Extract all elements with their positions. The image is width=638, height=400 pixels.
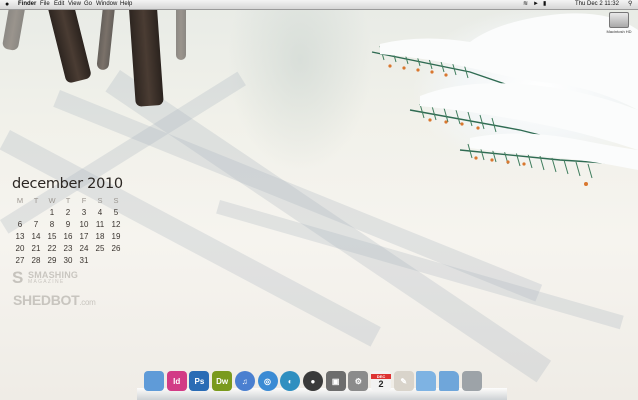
smashing-s-icon: S xyxy=(12,268,24,287)
menu-view[interactable]: View xyxy=(68,0,81,9)
calendar-day: 28 xyxy=(31,256,41,265)
calendar-day: 22 xyxy=(47,244,57,253)
calendar-day: 17 xyxy=(79,232,89,241)
calendar-day: 23 xyxy=(63,244,73,253)
hard-drive-icon[interactable]: Macintosh HD xyxy=(604,12,634,34)
menu-bar: ● Finder File Edit View Go Window Help ≋… xyxy=(0,0,638,10)
volume-icon[interactable]: ► xyxy=(533,0,539,9)
calendar-day: 12 xyxy=(111,220,121,229)
shedbot-logo: SHEDBOT.com xyxy=(13,292,96,308)
wifi-icon[interactable]: ≋ xyxy=(523,0,528,9)
dock-calendar-app-icon[interactable]: DEC 2 xyxy=(371,371,391,391)
menu-app-name[interactable]: Finder xyxy=(18,0,36,9)
calendar-day-header: T xyxy=(65,196,71,205)
calendar-day-header: S xyxy=(97,196,103,205)
calendar-day: 13 xyxy=(15,232,25,241)
calendar-day-header: M xyxy=(16,196,24,205)
shedbot-name: SHEDBOT xyxy=(13,292,80,308)
calendar-day: 9 xyxy=(65,220,71,229)
calendar-day: 14 xyxy=(31,232,41,241)
wallpaper-calendar: december 2010 M T W T F S S 1 2 3 4 5 6 7 8 9 10 11 12 13 14… xyxy=(12,176,124,267)
calendar-day: 5 xyxy=(113,208,119,217)
calendar-day-header: F xyxy=(81,196,87,205)
calendar-day: 27 xyxy=(15,256,25,265)
dock-safari-icon[interactable]: ◎ xyxy=(257,371,278,391)
calendar-day xyxy=(108,255,124,267)
calendar-day: 10 xyxy=(79,220,89,229)
calendar-day: 4 xyxy=(97,208,103,217)
calendar-title: december 2010 xyxy=(12,176,123,192)
search-icon[interactable]: ⚲ xyxy=(628,0,632,9)
calendar-day: 3 xyxy=(81,208,87,217)
calendar-day: 16 xyxy=(63,232,73,241)
dock-photoshop-icon[interactable]: Ps xyxy=(189,371,210,391)
dock-trash-icon[interactable] xyxy=(461,371,482,391)
calendar-day: 25 xyxy=(95,244,105,253)
hard-drive-label: Macintosh HD xyxy=(606,29,632,34)
calendar-day: 30 xyxy=(63,256,73,265)
calendar-day: 21 xyxy=(31,244,41,253)
dock: Id Ps Dw ♫ ◎ ◐ ● ▣ ⚙ DEC 2 ✎ xyxy=(137,369,507,400)
calendar-day-header: W xyxy=(48,196,56,205)
calendar-day xyxy=(28,207,44,219)
apple-menu-icon[interactable]: ● xyxy=(5,0,9,9)
dock-itunes-icon[interactable]: ♫ xyxy=(234,371,255,391)
calendar-day: 24 xyxy=(79,244,89,253)
calendar-day: 7 xyxy=(33,220,39,229)
calendar-day xyxy=(12,207,28,219)
calendar-day xyxy=(92,255,108,267)
dock-camera-icon[interactable]: ● xyxy=(302,371,323,391)
drive-graphic xyxy=(609,12,629,28)
calendar-day-header: T xyxy=(33,196,39,205)
menu-go[interactable]: Go xyxy=(84,0,92,9)
menu-edit[interactable]: Edit xyxy=(54,0,64,9)
menu-help[interactable]: Help xyxy=(120,0,132,9)
calendar-day: 20 xyxy=(15,244,25,253)
dock-indesign-icon[interactable]: Id xyxy=(166,371,187,391)
calendar-day: 15 xyxy=(47,232,57,241)
calendar-day: 11 xyxy=(95,220,105,229)
menu-window[interactable]: Window xyxy=(96,0,117,9)
battery-icon[interactable]: ▮ xyxy=(543,0,546,9)
calendar-day: 8 xyxy=(49,220,55,229)
dock-dreamweaver-icon[interactable]: Dw xyxy=(212,371,233,391)
calendar-day: 18 xyxy=(95,232,105,241)
calendar-grid: M T W T F S S 1 2 3 4 5 6 7 8 9 10 11 12 13 14 15 16 17 18 19 20 21… xyxy=(12,196,124,267)
calendar-day: 26 xyxy=(111,244,121,253)
shedbot-domain: .com xyxy=(79,298,96,307)
calendar-day-label: 2 xyxy=(378,378,384,389)
dock-settings-icon[interactable]: ⚙ xyxy=(348,371,369,391)
menu-file[interactable]: File xyxy=(40,0,50,9)
dock-folder-apps-icon[interactable] xyxy=(416,371,437,391)
dock-finder-icon[interactable] xyxy=(144,371,164,391)
menu-clock[interactable]: Thu Dec 2 11:32 xyxy=(575,0,619,9)
calendar-day: 19 xyxy=(111,232,121,241)
calendar-day: 31 xyxy=(79,256,89,265)
calendar-day: 29 xyxy=(47,256,57,265)
smashing-line2: MAGAZINE xyxy=(28,279,65,285)
calendar-day-header: S xyxy=(113,196,119,205)
dock-preview-icon[interactable]: ▣ xyxy=(325,371,346,391)
calendar-day: 6 xyxy=(17,220,23,229)
calendar-day: 2 xyxy=(65,208,71,217)
dock-folder-downloads-icon[interactable] xyxy=(439,371,460,391)
dock-utility-icon[interactable]: ✎ xyxy=(393,371,414,391)
calendar-day: 1 xyxy=(49,208,55,217)
